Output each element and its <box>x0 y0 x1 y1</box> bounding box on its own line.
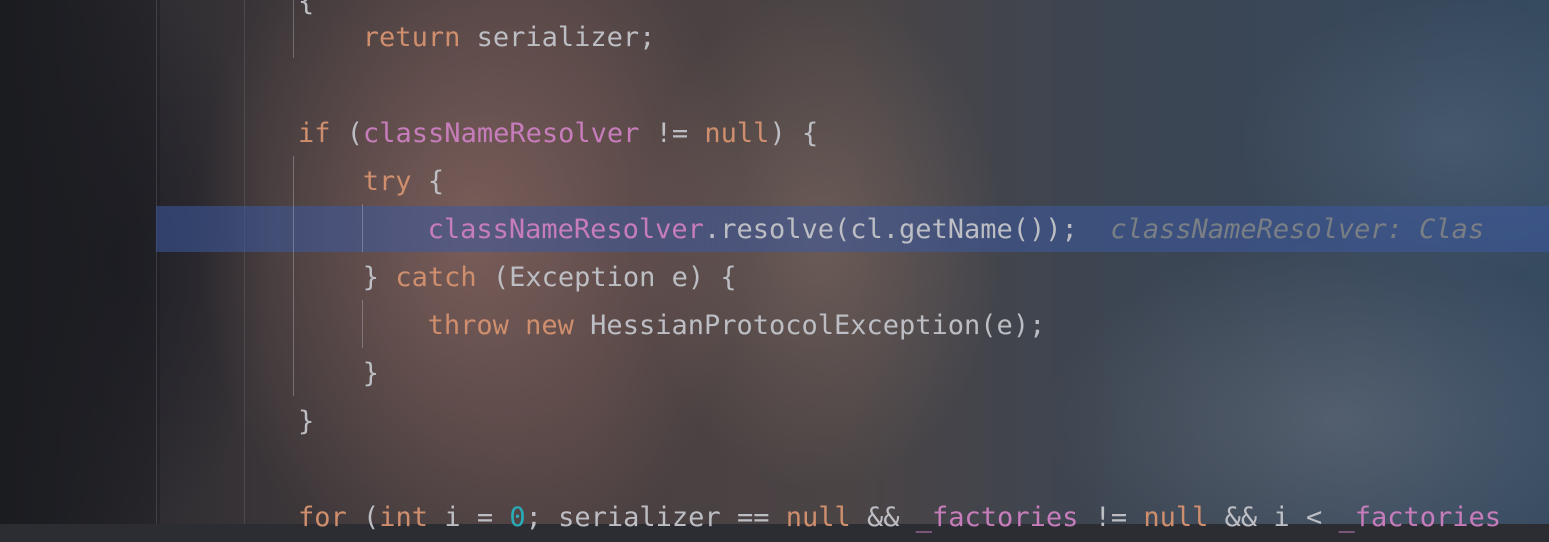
inline-debug-hint: classNameResolver: Clas <box>1077 214 1485 245</box>
code-token: int <box>379 502 429 533</box>
code-line[interactable]: return serializer; <box>363 14 656 62</box>
code-token: null <box>785 502 851 533</box>
editor-gutter-area <box>0 0 160 524</box>
code-token: (Exception e) { <box>476 262 737 293</box>
code-token: != <box>639 118 705 149</box>
code-line[interactable]: for (int i = 0; serializer == null && _f… <box>298 494 1501 542</box>
indent-guide <box>293 156 294 396</box>
editor-background-image <box>0 0 1549 524</box>
code-token: null <box>1143 502 1209 533</box>
indent-guide <box>362 204 363 252</box>
code-token: return <box>362 22 461 53</box>
code-line-partial: { <box>298 0 315 17</box>
code-line[interactable]: } <box>298 398 314 446</box>
code-token: ; serializer == <box>525 502 786 533</box>
code-token: classNameResolver <box>427 214 704 245</box>
code-line[interactable]: } <box>363 350 379 398</box>
indent-guide <box>293 0 294 58</box>
code-token: i = <box>428 502 510 533</box>
code-token: ) { <box>769 118 819 149</box>
code-token: } <box>362 262 396 293</box>
code-line[interactable]: if (classNameResolver != null) { <box>298 110 818 158</box>
fold-gutter-separator <box>244 0 245 524</box>
code-token: new <box>525 310 574 341</box>
code-token: null <box>704 118 770 149</box>
code-token: throw <box>427 310 509 341</box>
code-token: && <box>850 502 916 533</box>
gutter-separator <box>156 0 157 524</box>
code-token: { <box>411 166 445 197</box>
code-line[interactable]: throw new HessianProtocolException(e); <box>428 302 1046 350</box>
indent-guide <box>362 300 363 348</box>
code-token: try <box>362 166 412 197</box>
code-token: serializer; <box>460 22 656 53</box>
code-token: } <box>362 358 380 389</box>
code-token: if <box>298 118 331 149</box>
code-token: HessianProtocolException(e); <box>573 310 1046 341</box>
code-token: != <box>1078 502 1144 533</box>
code-token: _factories <box>915 502 1079 533</box>
code-token: } <box>298 406 315 437</box>
code-token: && i < <box>1208 502 1339 533</box>
code-token: .resolve(cl.getName()); <box>703 214 1078 245</box>
code-token: ( <box>330 118 364 149</box>
code-line[interactable]: classNameResolver.resolve(cl.getName());… <box>428 206 1485 254</box>
code-token: ( <box>346 502 380 533</box>
code-line[interactable]: try { <box>363 158 444 206</box>
code-token: _factories <box>1338 502 1502 533</box>
code-token: catch <box>395 262 477 293</box>
code-line[interactable]: } catch (Exception e) { <box>363 254 737 302</box>
code-token: 0 <box>509 502 526 533</box>
code-token: for <box>298 502 347 533</box>
code-token: classNameResolver <box>363 118 640 149</box>
